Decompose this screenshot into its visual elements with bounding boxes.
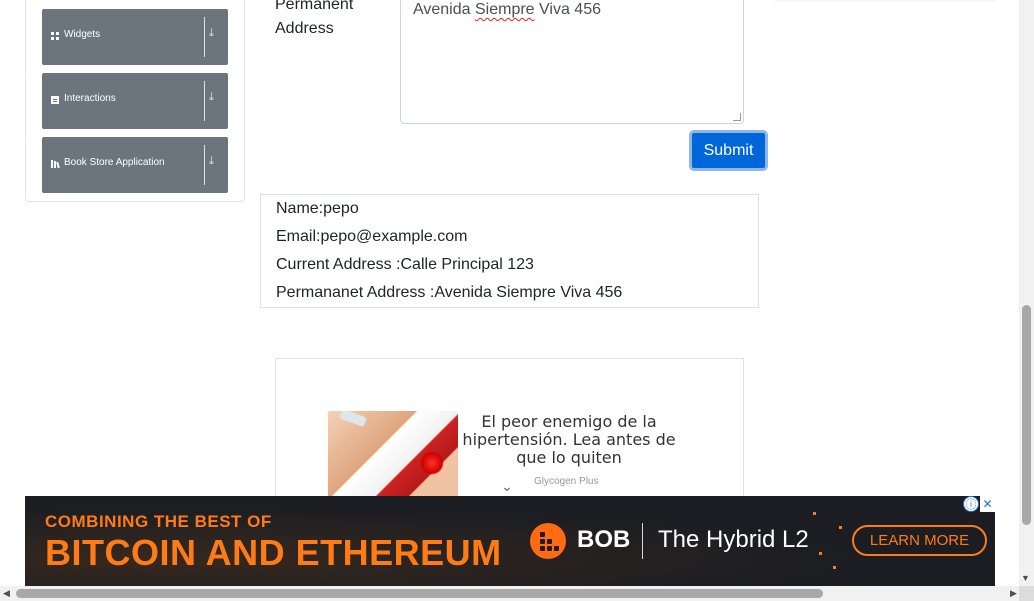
chevron-down-icon[interactable]: ⌄ — [501, 478, 513, 495]
scrollbar-corner — [1019, 586, 1034, 601]
spellcheck-word: Siempre — [474, 1, 535, 18]
horizontal-scroll-thumb[interactable] — [16, 589, 823, 598]
permanent-address-textarea[interactable]: Avenida Siempre Viva 456 — [400, 0, 744, 124]
scroll-right-arrow-icon[interactable]: ▶ — [1010, 588, 1017, 599]
decor-dot — [819, 552, 822, 555]
sidebar-group-label: Widgets — [64, 29, 101, 40]
output-email: Email:pepo@example.com — [276, 228, 468, 245]
sidebar-group-label: Interactions — [64, 93, 116, 104]
submit-button[interactable]: Submit — [689, 130, 768, 171]
bob-logo-icon — [530, 523, 566, 559]
books-icon — [51, 160, 60, 169]
address-text-post: Viva 456 — [534, 1, 601, 18]
banner-brand: BOB — [577, 526, 631, 553]
output-permanent-address: Permananet Address :Avenida Siempre Viva… — [276, 284, 623, 301]
output-name: Name:pepo — [276, 200, 359, 217]
ad-image[interactable] — [328, 411, 458, 501]
resize-handle-icon[interactable] — [733, 113, 741, 121]
download-icon: ⤓ — [209, 27, 214, 39]
download-icon: ⤓ — [209, 155, 214, 167]
decor-dot — [813, 512, 816, 515]
bottle-shape — [339, 411, 367, 428]
ad-close-icon[interactable]: ✕ — [980, 496, 995, 512]
address-text-pre: Avenida — [413, 1, 475, 18]
banner-tagline: The Hybrid L2 — [658, 526, 809, 553]
scroll-down-arrow-icon[interactable]: ▼ — [1021, 573, 1030, 583]
ad-headline[interactable]: El peor enemigo de la hipertensión. Lea … — [460, 413, 678, 467]
page: Widgets ⤓ Interactions ⤓ Book Store Appl… — [0, 0, 1034, 601]
sidebar-group-label: Book Store Application — [64, 157, 165, 168]
ad-banner[interactable]: COMBINING THE BEST OF BITCOIN AND ETHERE… — [25, 496, 995, 586]
divider — [204, 81, 205, 121]
output-panel: Name:pepo Email:pepo@example.com Current… — [260, 194, 759, 308]
permanent-address-label: Permanent Address — [275, 0, 354, 37]
sidebar-group-widgets[interactable]: Widgets ⤓ — [42, 9, 228, 65]
output-current-address: Current Address :Calle Principal 123 — [276, 256, 534, 273]
divider — [642, 523, 643, 559]
vertical-scroll-thumb[interactable] — [1022, 305, 1031, 525]
ad-source: Glycogen Plus — [534, 476, 599, 487]
square-icon — [51, 96, 59, 104]
right-panel-edge — [775, 0, 995, 3]
scroll-left-arrow-icon[interactable]: ◀ — [3, 588, 10, 599]
decor-dot — [833, 566, 836, 569]
ad-info-icon[interactable]: ⓘ — [963, 496, 979, 512]
decor-dot — [839, 526, 842, 529]
sidebar-group-interactions[interactable]: Interactions ⤓ — [42, 73, 228, 129]
sidebar-group-book-store[interactable]: Book Store Application ⤓ — [42, 137, 228, 193]
sidebar: Widgets ⤓ Interactions ⤓ Book Store Appl… — [25, 0, 245, 202]
learn-more-button[interactable]: LEARN MORE — [852, 525, 987, 556]
download-icon: ⤓ — [209, 91, 214, 103]
divider — [204, 145, 205, 185]
divider — [204, 17, 205, 57]
banner-headline-small: COMBINING THE BEST OF — [45, 512, 272, 531]
heart-glow-shape — [420, 451, 444, 475]
banner-headline-large: BITCOIN AND ETHEREUM — [45, 532, 502, 573]
grid-icon — [51, 32, 59, 40]
